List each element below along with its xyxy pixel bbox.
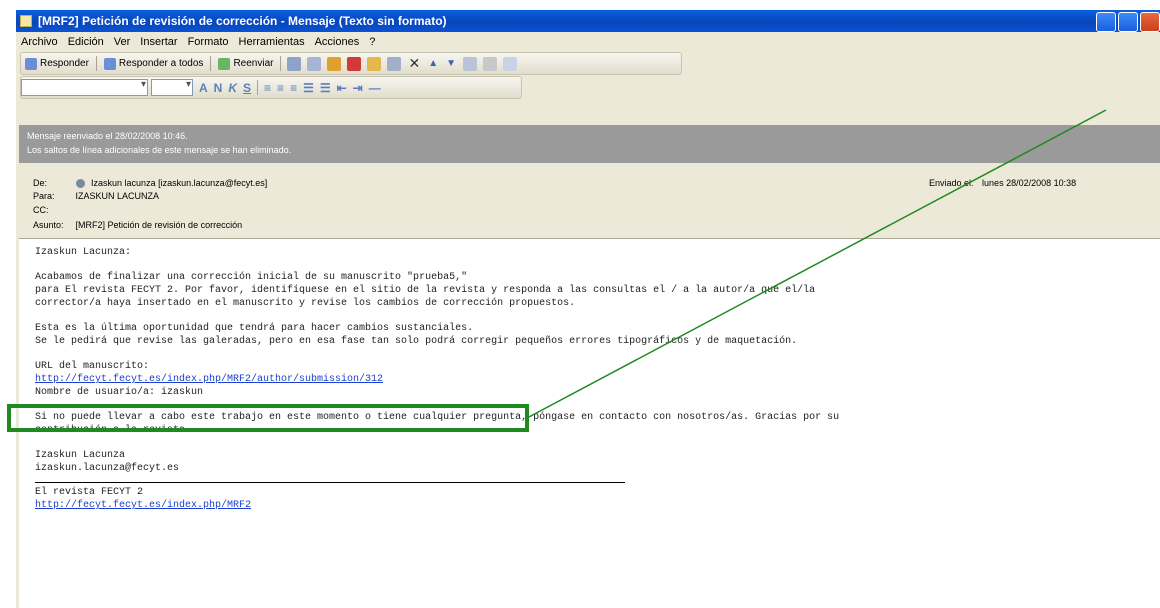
font-color-icon[interactable]: A xyxy=(199,81,208,95)
person-icon xyxy=(75,179,85,189)
subject-label: Asunto: xyxy=(33,220,64,230)
to-label: Para: xyxy=(33,191,55,201)
url-label: URL del manuscrito: xyxy=(35,361,150,372)
reply-button[interactable]: Responder xyxy=(25,57,89,70)
find-icon[interactable] xyxy=(387,56,402,71)
title-bar[interactable]: [MRF2] Petición de revisión de correcció… xyxy=(16,10,1160,32)
forward-icon xyxy=(218,57,231,70)
reply-icon xyxy=(25,57,37,70)
info-line-breaks: Los saltos de línea adicionales de este … xyxy=(27,145,292,155)
standard-toolbar: Responder Responder a todos Reenviar ✕ ▲… xyxy=(20,52,682,75)
decrease-indent-icon[interactable]: ⇤ xyxy=(337,81,347,95)
signature-name: Izaskun Lacunza xyxy=(35,450,126,461)
message-body[interactable]: Izaskun Lacunza: Acabamos de finalizar u… xyxy=(19,238,1160,608)
message-header: De: Izaskun lacunza [izaskun.lacunza@fec… xyxy=(19,164,1160,238)
email-window: [MRF2] Petición de revisión de correcció… xyxy=(16,10,1160,608)
subject-value: [MRF2] Petición de revisión de correcció… xyxy=(75,220,243,230)
forward-button[interactable]: Reenviar xyxy=(218,57,273,70)
username-line: Nombre de usuario/a: izaskun xyxy=(35,387,204,398)
encoding-icon[interactable] xyxy=(483,56,498,71)
print-icon[interactable] xyxy=(287,56,302,71)
style-dropdown[interactable] xyxy=(21,79,148,96)
help-icon[interactable] xyxy=(503,56,518,71)
close-button[interactable] xyxy=(1140,12,1160,32)
manuscript-link[interactable]: http://fecyt.fecyt.es/index.php/MRF2/aut… xyxy=(35,374,383,385)
numbered-list-icon[interactable]: ☰ xyxy=(303,81,314,95)
window-title: [MRF2] Petición de revisión de correcció… xyxy=(38,14,447,28)
signature-divider xyxy=(35,482,625,483)
to-value[interactable]: IZASKUN LACUNZA xyxy=(76,191,160,201)
signature-email: izaskun.lacunza@fecyt.es xyxy=(35,463,180,474)
save-icon[interactable] xyxy=(307,56,322,71)
horizontal-line-icon[interactable]: ― xyxy=(369,81,381,95)
journal-link[interactable]: http://fecyt.fecyt.es/index.php/MRF2 xyxy=(35,500,251,511)
reply-all-button[interactable]: Responder a todos xyxy=(103,57,203,70)
info-forwarded: Mensaje reenviado el 28/02/2008 10:46. xyxy=(27,131,188,141)
menu-acciones[interactable]: Acciones xyxy=(315,36,360,48)
menu-herramientas[interactable]: Herramientas xyxy=(239,36,305,48)
toolbar-separator xyxy=(257,80,259,95)
increase-indent-icon[interactable]: ⇥ xyxy=(353,81,363,95)
cc-label: CC: xyxy=(33,205,49,215)
toolbar-separator xyxy=(210,56,212,71)
menu-insertar[interactable]: Insertar xyxy=(140,36,177,48)
previous-icon[interactable]: ▲ xyxy=(428,58,438,69)
from-label: De: xyxy=(33,178,48,188)
body-line: Se le pedirá que revise las galeradas, p… xyxy=(35,336,798,347)
bulleted-list-icon[interactable]: ☰ xyxy=(320,81,331,95)
align-center-icon[interactable]: ≡ xyxy=(277,81,284,95)
body-line: contribución a la revista. xyxy=(35,425,192,436)
body-line: Acabamos de finalizar una corrección ini… xyxy=(35,272,468,283)
reply-all-icon xyxy=(103,57,116,70)
bold-icon[interactable]: N xyxy=(214,81,223,95)
delete-icon[interactable]: ✕ xyxy=(408,55,420,72)
maximize-button[interactable] xyxy=(1118,12,1138,32)
menu-edicion[interactable]: Edición xyxy=(68,36,104,48)
address-book-icon[interactable] xyxy=(367,56,382,71)
menu-archivo[interactable]: Archivo xyxy=(21,36,58,48)
italic-icon[interactable]: K xyxy=(228,81,237,95)
underline-icon[interactable]: S xyxy=(243,81,251,95)
greeting: Izaskun Lacunza: xyxy=(35,247,132,258)
font-size-icon[interactable] xyxy=(463,56,478,71)
envelope-icon xyxy=(20,15,32,27)
align-right-icon[interactable]: ≡ xyxy=(290,81,297,95)
sent-label: Enviado el: xyxy=(929,178,974,188)
info-bar: Mensaje reenviado el 28/02/2008 10:46. L… xyxy=(19,125,1160,163)
categories-icon[interactable] xyxy=(327,56,342,71)
flag-icon[interactable] xyxy=(347,56,362,71)
menu-bar: Archivo Edición Ver Insertar Formato Her… xyxy=(16,32,1160,51)
body-line: corrector/a haya insertado en el manuscr… xyxy=(35,298,576,309)
sent-value: lunes 28/02/2008 10:38 xyxy=(982,178,1077,188)
font-size-dropdown[interactable] xyxy=(151,79,193,96)
menu-formato[interactable]: Formato xyxy=(188,36,229,48)
footer-journal: El revista FECYT 2 xyxy=(35,487,144,498)
next-icon[interactable]: ▼ xyxy=(446,58,456,69)
formatting-toolbar: A N K S ≡ ≡ ≡ ☰ ☰ ⇤ ⇥ ― xyxy=(20,76,522,99)
align-left-icon[interactable]: ≡ xyxy=(264,81,271,95)
menu-ver[interactable]: Ver xyxy=(114,36,131,48)
body-line: Esta es la última oportunidad que tendrá… xyxy=(35,323,474,334)
minimize-button[interactable] xyxy=(1096,12,1116,32)
menu-help[interactable]: ? xyxy=(369,36,375,48)
from-value[interactable]: Izaskun lacunza [izaskun.lacunza@fecyt.e… xyxy=(91,178,267,188)
body-line: para El revista FECYT 2. Por favor, iden… xyxy=(35,285,816,296)
body-line: Si no puede llevar a cabo este trabajo e… xyxy=(35,412,840,423)
toolbar-separator xyxy=(95,56,97,71)
toolbar-separator xyxy=(280,56,282,71)
